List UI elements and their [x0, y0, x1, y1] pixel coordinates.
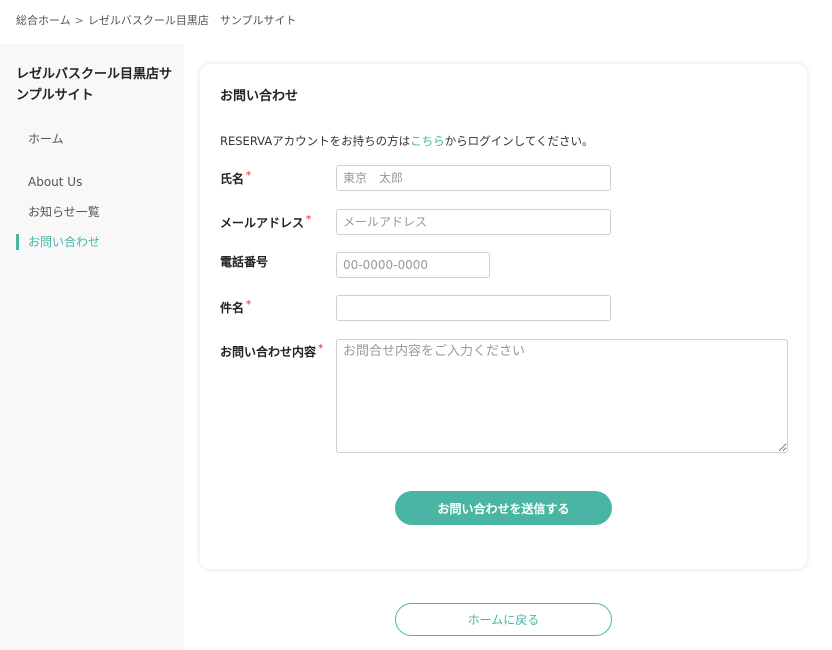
phone-label: 電話番号: [220, 253, 268, 270]
contact-form-card: お問い合わせ RESERVAアカウントをお持ちの方はこちらからログインしてくださ…: [200, 64, 807, 569]
sidebar: レゼルバスクール目黒店サンプルサイト ホーム About Us お知らせ一覧 お…: [0, 44, 184, 650]
login-notice-suffix: からログインしてください。: [444, 134, 594, 148]
sidebar-item-about-us[interactable]: About Us: [16, 174, 82, 190]
breadcrumb-home-link[interactable]: 総合ホーム: [16, 12, 71, 28]
sidebar-item-contact[interactable]: お問い合わせ: [16, 234, 100, 250]
subject-label: 件名 *: [220, 299, 251, 316]
required-mark: *: [318, 343, 324, 354]
site-title[interactable]: レゼルバスクール目黒店サンプルサイト: [16, 64, 176, 106]
message-textarea[interactable]: [336, 339, 788, 453]
required-mark: *: [306, 214, 312, 225]
sidebar-item-home[interactable]: ホーム: [16, 131, 64, 147]
breadcrumb-separator: >: [74, 13, 84, 27]
back-to-home-button[interactable]: ホームに戻る: [395, 603, 612, 636]
message-label-text: お問い合わせ内容: [220, 345, 317, 359]
email-label-text: メールアドレス: [220, 216, 305, 230]
required-mark: *: [246, 299, 252, 310]
breadcrumb-current: レゼルバスクール目黒店 サンプルサイト: [87, 14, 297, 27]
message-label: お問い合わせ内容 *: [220, 343, 323, 360]
subject-input[interactable]: [336, 295, 611, 321]
login-link[interactable]: こちら: [410, 134, 445, 148]
login-notice: RESERVAアカウントをお持ちの方はこちらからログインしてください。: [220, 133, 594, 149]
email-label: メールアドレス *: [220, 214, 311, 231]
required-mark: *: [246, 170, 252, 181]
email-input[interactable]: [336, 209, 611, 235]
phone-input[interactable]: [336, 252, 490, 278]
submit-button[interactable]: お問い合わせを送信する: [395, 491, 612, 525]
subject-label-text: 件名: [220, 301, 245, 315]
breadcrumb: 総合ホーム > レゼルバスクール目黒店 サンプルサイト: [16, 12, 297, 28]
name-label: 氏名 *: [220, 170, 251, 187]
phone-label-text: 電話番号: [220, 255, 269, 269]
form-title: お問い合わせ: [220, 89, 299, 104]
sidebar-item-news[interactable]: お知らせ一覧: [16, 204, 100, 220]
login-notice-prefix: RESERVAアカウントをお持ちの方は: [220, 134, 411, 148]
name-input[interactable]: [336, 165, 611, 191]
name-label-text: 氏名: [220, 172, 245, 186]
